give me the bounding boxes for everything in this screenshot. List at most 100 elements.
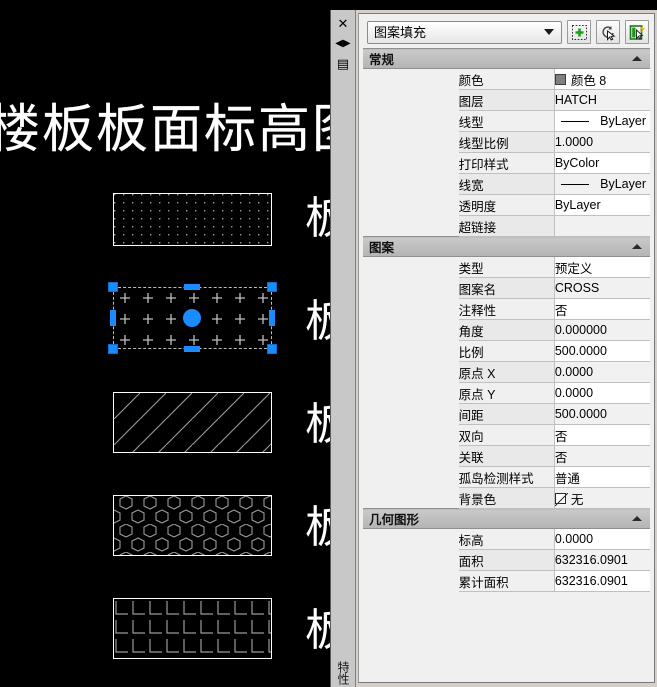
- property-row[interactable]: 孤岛检测样式 普通: [363, 466, 650, 488]
- row-indent: [363, 173, 459, 195]
- property-row[interactable]: 颜色 颜色 8: [363, 68, 650, 90]
- property-value[interactable]: CROSS: [554, 277, 650, 299]
- property-row[interactable]: 累计面积 632316.0901: [363, 570, 650, 592]
- property-label: 图案名: [458, 277, 555, 299]
- property-label: 注释性: [458, 298, 555, 320]
- property-row[interactable]: 线型比例 1.0000: [363, 131, 650, 153]
- property-value[interactable]: 632316.0901: [554, 570, 650, 592]
- property-row[interactable]: 类型 预定义: [363, 256, 650, 278]
- property-value[interactable]: 否: [554, 445, 650, 467]
- property-row[interactable]: 超链接: [363, 215, 650, 237]
- property-value[interactable]: 0.0000: [554, 528, 650, 550]
- property-row[interactable]: 原点 Y 0.0000: [363, 382, 650, 404]
- palette-menu-icon[interactable]: ▤: [333, 54, 354, 73]
- chevron-up-icon[interactable]: [632, 56, 642, 61]
- property-value[interactable]: 颜色 8: [554, 68, 650, 90]
- row-indent: [363, 570, 459, 592]
- property-value[interactable]: 500.0000: [554, 340, 650, 362]
- property-value[interactable]: [554, 215, 650, 237]
- grip-edge-bottom[interactable]: [184, 346, 200, 352]
- property-row[interactable]: 线宽 ByLayer: [363, 173, 650, 195]
- property-row[interactable]: 图层 HATCH: [363, 89, 650, 111]
- hatch-sample-square-grid[interactable]: [113, 598, 272, 659]
- property-row[interactable]: 间距 500.0000: [363, 403, 650, 425]
- group-title: 几何图形: [369, 513, 420, 527]
- property-row[interactable]: 比例 500.0000: [363, 340, 650, 362]
- property-row[interactable]: 透明度 ByLayer: [363, 194, 650, 216]
- chevron-up-icon[interactable]: [632, 244, 642, 249]
- property-row[interactable]: 角度 0.000000: [363, 319, 650, 341]
- property-label: 图层: [458, 89, 555, 111]
- object-type-combobox[interactable]: 图案填充: [367, 20, 562, 44]
- row-indent: [363, 487, 459, 509]
- property-value[interactable]: 0.0000: [554, 361, 650, 383]
- property-group-pattern[interactable]: 图案: [363, 236, 650, 257]
- property-label: 背景色: [458, 487, 555, 509]
- row-indent: [363, 528, 459, 550]
- property-value[interactable]: 1.0000: [554, 131, 650, 153]
- auto-hide-icon[interactable]: ◀▶: [333, 34, 354, 53]
- property-label: 颜色: [458, 68, 555, 90]
- property-row[interactable]: 双向否: [363, 424, 650, 446]
- hatch-sample-honeycomb[interactable]: [113, 495, 272, 556]
- property-row[interactable]: 面积 632316.0901: [363, 549, 650, 571]
- grip-edge-right[interactable]: [269, 310, 275, 326]
- row-indent: [363, 403, 459, 425]
- row-indent: [363, 466, 459, 488]
- property-value[interactable]: ByLayer: [554, 173, 650, 195]
- property-value[interactable]: 普通: [554, 466, 650, 488]
- grip-corner-tl[interactable]: [108, 282, 118, 292]
- property-value[interactable]: 否: [554, 298, 650, 320]
- property-row[interactable]: 图案名 CROSS: [363, 277, 650, 299]
- grip-corner-tr[interactable]: [267, 282, 277, 292]
- property-row[interactable]: 打印样式 ByColor: [363, 152, 650, 174]
- property-value[interactable]: 0.000000: [554, 319, 650, 341]
- property-value[interactable]: ByColor: [554, 152, 650, 174]
- property-group-general[interactable]: 常规: [363, 48, 650, 69]
- property-value[interactable]: 预定义: [554, 256, 650, 278]
- property-value[interactable]: ByLayer: [554, 110, 650, 132]
- row-indent: [363, 277, 459, 299]
- group-title: 常规: [369, 53, 395, 67]
- property-row[interactable]: 关联否: [363, 445, 650, 467]
- color-swatch-icon: [554, 73, 566, 85]
- quick-properties-icon[interactable]: [625, 20, 649, 44]
- row-indent: [363, 152, 459, 174]
- property-row[interactable]: 背景色无: [363, 487, 650, 509]
- properties-scroll-region[interactable]: 常规 颜色 颜色 8 图层 HATCH 线型 ByLayer 线型比例 1.0000 打印样式 By…: [359, 48, 654, 622]
- grip-edge-top[interactable]: [184, 284, 200, 290]
- property-label: 线型: [458, 110, 555, 132]
- grip-corner-br[interactable]: [267, 344, 277, 354]
- property-group-geometry[interactable]: 几何图形: [363, 508, 650, 529]
- property-value[interactable]: 500.0000: [554, 403, 650, 425]
- property-row[interactable]: 标高 0.0000: [363, 528, 650, 550]
- hatch-sample-dots[interactable]: [113, 193, 272, 246]
- property-value[interactable]: 0.0000: [554, 382, 650, 404]
- property-value-text: ByLayer: [600, 177, 646, 191]
- property-value[interactable]: 无: [554, 487, 650, 509]
- property-value[interactable]: 否: [554, 424, 650, 446]
- property-row[interactable]: 注释性否: [363, 298, 650, 320]
- property-label: 透明度: [458, 194, 555, 216]
- row-indent: [363, 319, 459, 341]
- property-value[interactable]: HATCH: [554, 89, 650, 111]
- close-icon[interactable]: ✕: [333, 14, 354, 33]
- property-value[interactable]: ByLayer: [554, 194, 650, 216]
- hatch-sample-diagonal[interactable]: [113, 392, 272, 453]
- properties-palette[interactable]: ✕ ◀▶ ▤ 特性 图案填充 常规 颜色 颜色 8 图层 HATCH 线型 By…: [330, 10, 657, 687]
- chevron-up-icon[interactable]: [632, 516, 642, 521]
- row-indent: [363, 68, 459, 90]
- property-label: 孤岛检测样式: [458, 466, 555, 488]
- property-label: 比例: [458, 340, 555, 362]
- row-indent: [363, 110, 459, 132]
- row-indent: [363, 298, 459, 320]
- property-label: 打印样式: [458, 152, 555, 174]
- select-objects-icon[interactable]: [567, 20, 591, 44]
- property-row[interactable]: 原点 X 0.0000: [363, 361, 650, 383]
- grip-edge-left[interactable]: [110, 310, 116, 326]
- property-value[interactable]: 632316.0901: [554, 549, 650, 571]
- grip-center[interactable]: [183, 309, 201, 327]
- quick-select-icon[interactable]: [596, 20, 620, 44]
- property-row[interactable]: 线型 ByLayer: [363, 110, 650, 132]
- grip-corner-bl[interactable]: [108, 344, 118, 354]
